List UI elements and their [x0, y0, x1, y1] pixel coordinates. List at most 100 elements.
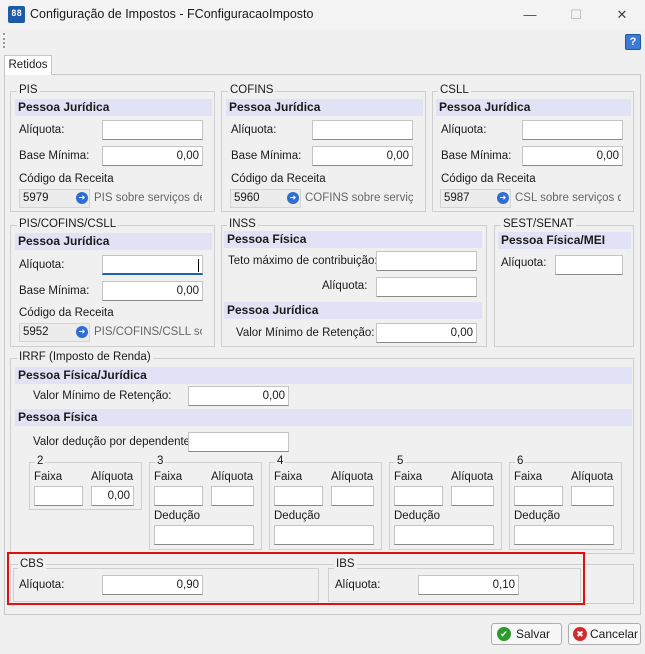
- save-label: Salvar: [516, 627, 551, 641]
- pcc-descricao: PIS/COFINS/CSLL sobr: [94, 326, 202, 338]
- inss-section-pf: Pessoa Física: [224, 231, 482, 248]
- faixa-2-number: 2: [35, 455, 46, 467]
- highlight-frame: [7, 552, 585, 605]
- faixa-4-deducao-label: Dedução: [274, 510, 321, 522]
- inss-title: INSS: [227, 218, 258, 230]
- sest-aliquota-label: Alíquota:: [501, 257, 547, 269]
- faixa-2-faixa-input[interactable]: [34, 486, 83, 506]
- pcc-search-icon[interactable]: ➜: [76, 326, 88, 338]
- pis-search-icon[interactable]: ➜: [76, 192, 88, 204]
- maximize-button[interactable]: ☐: [553, 0, 599, 30]
- inss-valor-min-label: Valor Mínimo de Retenção:: [236, 327, 375, 339]
- pis-aliquota-label: Alíquota:: [19, 124, 65, 136]
- pis-aliquota-input[interactable]: [102, 120, 203, 140]
- faixa-6-deducao-label: Dedução: [514, 510, 561, 522]
- csll-codigo-label: Código da Receita: [441, 173, 536, 185]
- text-caret: [198, 259, 199, 272]
- faixa-5-aliquota-label: Alíquota: [451, 471, 494, 483]
- faixa-5-deducao-input[interactable]: [394, 525, 494, 545]
- faixa-3-faixa-input[interactable]: [154, 486, 203, 506]
- inss-teto-input[interactable]: [376, 251, 477, 271]
- faixa-6-number: 6: [515, 455, 526, 467]
- pcc-title: PIS/COFINS/CSLL: [17, 218, 119, 230]
- faixa-4-faixa-label: Faixa: [274, 471, 303, 483]
- faixa-6-aliquota-input[interactable]: [571, 486, 614, 506]
- csll-base-input[interactable]: 0,00: [522, 146, 623, 166]
- inss-teto-label: Teto máximo de contribuição:: [228, 255, 378, 267]
- toolbar-grip[interactable]: [3, 33, 6, 48]
- cofins-codigo-label: Código da Receita: [231, 173, 326, 185]
- cofins-base-input[interactable]: 0,00: [312, 146, 413, 166]
- faixa-4-aliquota-input[interactable]: [331, 486, 374, 506]
- faixa-3-deducao-input[interactable]: [154, 525, 254, 545]
- faixa-3-faixa-label: Faixa: [154, 471, 183, 483]
- faixa-5-aliquota-input[interactable]: [451, 486, 494, 506]
- cofins-title: COFINS: [228, 84, 276, 96]
- tab-retidos[interactable]: Retidos: [4, 55, 52, 75]
- cancel-label: Cancelar: [590, 627, 639, 641]
- app-icon: 88: [8, 6, 25, 23]
- faixa-6-aliquota-label: Alíquota: [571, 471, 614, 483]
- faixa-3-aliquota-input[interactable]: [211, 486, 254, 506]
- csll-aliquota-input[interactable]: [522, 120, 623, 140]
- irrf-valor-min-label: Valor Mínimo de Retenção:: [33, 390, 172, 402]
- irrf-valor-min-input[interactable]: 0,00: [188, 386, 289, 406]
- faixa-2-aliquota-input[interactable]: 0,00: [91, 486, 134, 506]
- faixa-4-faixa-input[interactable]: [274, 486, 323, 506]
- window-title: Configuração de Impostos - FConfiguracao…: [30, 7, 314, 21]
- cofins-aliquota-label: Alíquota:: [231, 124, 277, 136]
- pcc-aliquota-label: Alíquota:: [19, 259, 65, 271]
- faixa-5-number: 5: [395, 455, 406, 467]
- csll-title: CSLL: [438, 84, 471, 96]
- cofins-search-icon[interactable]: ➜: [287, 192, 299, 204]
- pis-descricao: PIS sobre serviços de: [94, 192, 202, 204]
- pis-codigo-label: Código da Receita: [19, 173, 114, 185]
- pcc-codigo-label: Código da Receita: [19, 307, 114, 319]
- cofins-section-pj: Pessoa Jurídica: [226, 99, 423, 116]
- csll-search-icon[interactable]: ➜: [497, 192, 509, 204]
- irrf-section-pf: Pessoa Física: [15, 409, 632, 426]
- save-button[interactable]: ✔ Salvar: [491, 623, 562, 645]
- faixa-2-aliquota-label: Alíquota: [91, 471, 134, 483]
- faixa-6-faixa-input[interactable]: [514, 486, 563, 506]
- faixa-3-aliquota-label: Alíquota: [211, 471, 254, 483]
- pis-base-input[interactable]: 0,00: [102, 146, 203, 166]
- faixa-6-deducao-input[interactable]: [514, 525, 614, 545]
- inss-section-pj: Pessoa Jurídica: [224, 302, 482, 319]
- csll-base-label: Base Mínima:: [441, 150, 512, 162]
- help-icon[interactable]: ?: [625, 34, 641, 50]
- faixa-3-deducao-label: Dedução: [154, 510, 201, 522]
- cancel-button[interactable]: ✖ Cancelar: [568, 623, 641, 645]
- minimize-button[interactable]: —: [507, 0, 553, 30]
- faixa-2-faixa-label: Faixa: [34, 471, 63, 483]
- faixa-5-faixa-input[interactable]: [394, 486, 443, 506]
- cofins-descricao: COFINS sobre serviços: [305, 192, 413, 204]
- irrf-title: IRRF (Imposto de Renda): [17, 351, 153, 363]
- sest-title: SEST/SENAT: [501, 218, 576, 230]
- close-button[interactable]: ✕: [599, 0, 645, 30]
- pcc-section-pj: Pessoa Jurídica: [15, 233, 212, 250]
- cofins-aliquota-input[interactable]: [312, 120, 413, 140]
- csll-descricao: CSL sobre serviços de: [515, 192, 621, 204]
- check-icon: ✔: [497, 627, 511, 641]
- pis-title: PIS: [17, 84, 40, 96]
- cancel-icon: ✖: [573, 627, 587, 641]
- pcc-base-input[interactable]: 0,00: [102, 281, 203, 301]
- irrf-deducao-dep-label: Valor dedução por dependente:: [33, 436, 194, 448]
- faixa-4-deducao-input[interactable]: [274, 525, 374, 545]
- inss-aliquota-input[interactable]: [376, 277, 477, 297]
- cofins-base-label: Base Mínima:: [231, 150, 302, 162]
- faixa-5-faixa-label: Faixa: [394, 471, 423, 483]
- faixa-4-number: 4: [275, 455, 286, 467]
- pcc-aliquota-input[interactable]: [102, 255, 203, 275]
- faixa-6-faixa-label: Faixa: [514, 471, 543, 483]
- sest-aliquota-input[interactable]: [555, 255, 623, 275]
- csll-section-pj: Pessoa Jurídica: [436, 99, 631, 116]
- irrf-deducao-dep-input[interactable]: [188, 432, 289, 452]
- csll-aliquota-label: Alíquota:: [441, 124, 487, 136]
- pis-section-pj: Pessoa Jurídica: [15, 99, 212, 116]
- pcc-base-label: Base Mínima:: [19, 285, 90, 297]
- sest-section-mei: Pessoa Física/MEI: [498, 232, 631, 249]
- irrf-section-pfj: Pessoa Física/Jurídica: [15, 367, 632, 384]
- inss-valor-min-input[interactable]: 0,00: [376, 323, 477, 343]
